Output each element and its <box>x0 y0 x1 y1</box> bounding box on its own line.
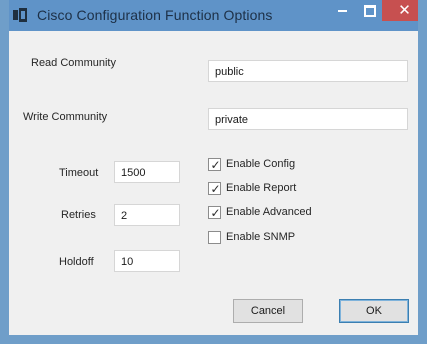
window-frame-bottom <box>0 335 427 344</box>
dialog-body: Read Community public Write Community pr… <box>9 31 418 335</box>
maximize-button[interactable] <box>356 0 382 21</box>
checkbox[interactable]: ✓ <box>208 206 221 220</box>
checkbox[interactable] <box>208 231 221 244</box>
timeout-input[interactable]: 1500 <box>114 161 180 183</box>
ok-button[interactable]: OK <box>339 299 409 323</box>
option-label: Enable Config <box>226 158 296 170</box>
minimize-icon <box>338 10 347 12</box>
write-community-input[interactable]: private <box>208 108 408 130</box>
window-frame-right <box>418 0 427 344</box>
maximize-icon <box>364 5 376 17</box>
write-community-label: Write Community <box>23 111 108 123</box>
checkmark-icon: ✓ <box>210 158 221 172</box>
cancel-button[interactable]: Cancel <box>233 299 303 323</box>
option-label: Enable Advanced <box>226 206 312 218</box>
checkmark-icon: ✓ <box>210 206 221 220</box>
retries-input[interactable]: 2 <box>114 204 180 226</box>
read-community-input[interactable]: public <box>208 60 408 82</box>
checkmark-icon: ✓ <box>210 182 221 196</box>
timeout-label: Timeout <box>59 167 99 179</box>
dialog-window: Cisco Configuration Function Options ✕ R… <box>0 0 427 344</box>
window-title: Cisco Configuration Function Options <box>37 7 273 23</box>
title-bar[interactable]: Cisco Configuration Function Options ✕ <box>0 0 427 31</box>
holdoff-input[interactable]: 10 <box>114 250 180 272</box>
window-frame-left <box>0 0 9 344</box>
option-label: Enable Report <box>226 182 297 194</box>
retries-label: Retries <box>61 209 96 221</box>
checkbox[interactable]: ✓ <box>208 182 221 196</box>
holdoff-label: Holdoff <box>59 256 94 268</box>
minimize-button[interactable] <box>329 0 356 21</box>
checkbox[interactable]: ✓ <box>208 158 221 172</box>
app-icon <box>13 8 27 22</box>
read-community-label: Read Community <box>31 57 116 69</box>
option-label: Enable SNMP <box>226 231 296 243</box>
